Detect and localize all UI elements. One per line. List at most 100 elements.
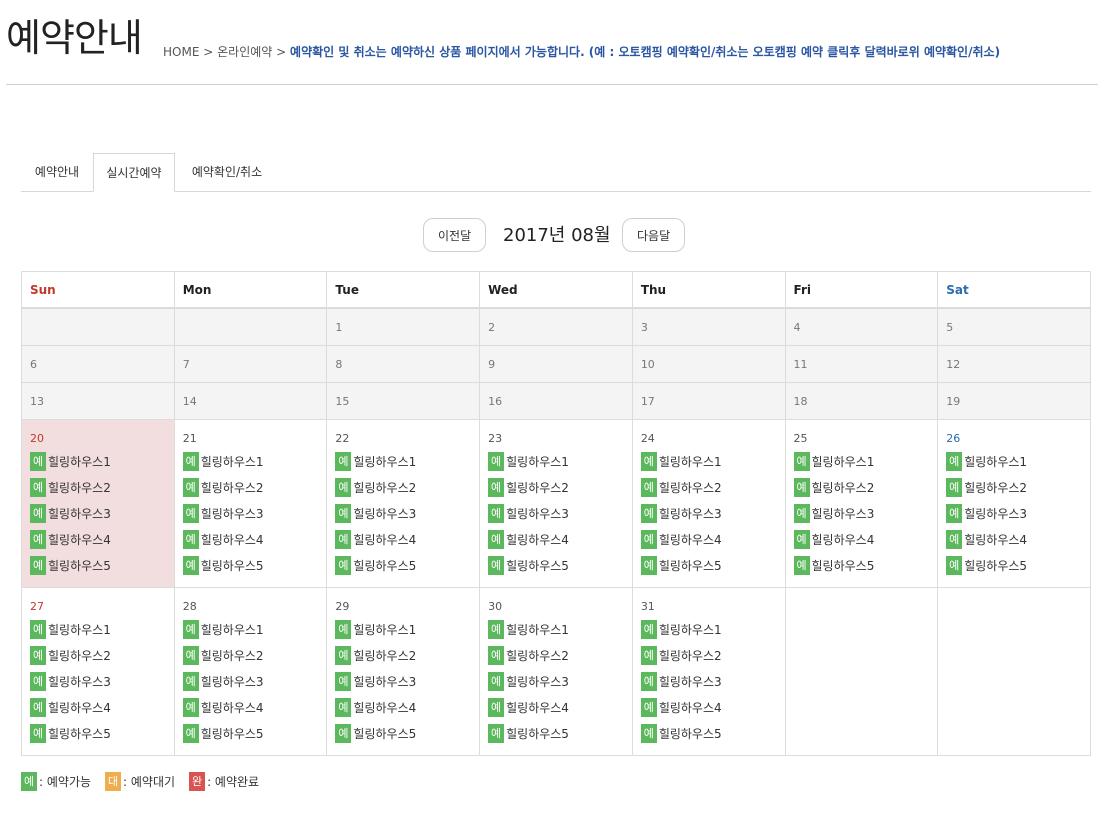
room-reservation-link[interactable]: 예 힐링하우스2 (640, 645, 785, 665)
room-reservation-link[interactable]: 예 힐링하우스4 (182, 529, 327, 549)
available-badge-icon: 예 (335, 671, 352, 691)
available-badge-icon: 예 (182, 529, 199, 549)
weekday-thu: Thu (631, 271, 786, 309)
room-reservation-link[interactable]: 예 힐링하우스4 (488, 697, 632, 717)
room-reservation-link[interactable]: 예 힐링하우스1 (30, 619, 174, 639)
room-name: 힐링하우스1 (200, 622, 264, 637)
available-badge-icon: 예 (335, 529, 352, 549)
room-reservation-link[interactable]: 예 힐링하우스2 (335, 477, 479, 497)
room-reservation-link[interactable]: 예 힐링하우스3 (182, 671, 327, 691)
room-reservation-link[interactable]: 예 힐링하우스3 (488, 503, 632, 523)
room-reservation-link[interactable]: 예 힐링하우스3 (335, 671, 479, 691)
room-reservation-link[interactable]: 예 힐링하우스5 (182, 723, 327, 743)
available-badge-icon: 예 (488, 619, 505, 639)
room-name: 힐링하우스3 (658, 506, 722, 521)
room-name: 힐링하우스3 (506, 506, 569, 521)
room-reservation-link[interactable]: 예 힐링하우스3 (640, 503, 785, 523)
room-reservation-link[interactable]: 예 힐링하우스1 (182, 619, 327, 639)
day-number: 12 (946, 358, 961, 371)
room-reservation-link[interactable]: 예 힐링하우스5 (335, 555, 479, 575)
room-name: 힐링하우스4 (200, 700, 264, 715)
room-name: 힐링하우스3 (200, 506, 264, 521)
next-month-button[interactable]: 다음달 (622, 218, 686, 252)
room-reservation-link[interactable]: 예 힐링하우스2 (335, 645, 479, 665)
room-reservation-link[interactable]: 예 힐링하우스4 (640, 697, 785, 717)
available-badge-icon: 예 (488, 503, 505, 523)
calendar-day-cell: 19 (937, 382, 1091, 420)
room-reservation-link[interactable]: 예 힐링하우스1 (335, 451, 479, 471)
day-number: 8 (335, 358, 343, 371)
room-reservation-link[interactable]: 예 힐링하우스5 (640, 723, 785, 743)
room-reservation-link[interactable]: 예 힐링하우스1 (488, 451, 632, 471)
room-reservation-link[interactable]: 예 힐링하우스4 (640, 529, 785, 549)
room-reservation-link[interactable]: 예 힐링하우스1 (640, 451, 785, 471)
room-name: 힐링하우스2 (658, 480, 722, 495)
room-reservation-link[interactable]: 예 힐링하우스1 (335, 619, 479, 639)
room-reservation-link[interactable]: 예 힐링하우스3 (30, 671, 174, 691)
available-badge-icon: 예 (640, 619, 657, 639)
room-reservation-link[interactable]: 예 힐링하우스5 (30, 723, 174, 743)
room-reservation-link[interactable]: 예 힐링하우스1 (488, 619, 632, 639)
room-reservation-link[interactable]: 예 힐링하우스5 (793, 555, 938, 575)
room-reservation-link[interactable]: 예 힐링하우스5 (488, 555, 632, 575)
calendar-day-cell: 4 (784, 307, 939, 346)
room-name: 힐링하우스3 (353, 506, 417, 521)
room-name: 힐링하우스1 (658, 454, 722, 469)
room-reservation-link[interactable]: 예 힐링하우스4 (30, 529, 174, 549)
breadcrumb-home-link[interactable]: HOME (163, 45, 199, 59)
calendar-day-cell (21, 307, 175, 346)
prev-month-button[interactable]: 이전달 (423, 218, 487, 252)
calendar-day-cell: 11 (784, 345, 939, 383)
room-reservation-link[interactable]: 예 힐링하우스1 (30, 451, 174, 471)
available-badge-icon: 예 (640, 555, 657, 575)
room-reservation-link[interactable]: 예 힐링하우스5 (946, 555, 1090, 575)
tab-realtime-reservation[interactable]: 실시간예약 (93, 153, 175, 192)
room-reservation-link[interactable]: 예 힐링하우스3 (640, 671, 785, 691)
day-number: 21 (182, 432, 197, 445)
room-reservation-link[interactable]: 예 힐링하우스4 (182, 697, 327, 717)
room-reservation-link[interactable]: 예 힐링하우스1 (182, 451, 327, 471)
room-reservation-link[interactable]: 예 힐링하우스4 (793, 529, 938, 549)
room-reservation-link[interactable]: 예 힐링하우스1 (946, 451, 1090, 471)
room-name: 힐링하우스2 (506, 648, 569, 663)
calendar-week-row: 6 7 8 9 10 11 12 (21, 345, 1091, 383)
room-reservation-link[interactable]: 예 힐링하우스4 (946, 529, 1090, 549)
room-reservation-link[interactable]: 예 힐링하우스3 (182, 503, 327, 523)
day-number: 25 (793, 432, 808, 445)
room-reservation-link[interactable]: 예 힐링하우스5 (182, 555, 327, 575)
room-reservation-link[interactable]: 예 힐링하우스4 (488, 529, 632, 549)
room-reservation-link[interactable]: 예 힐링하우스3 (488, 671, 632, 691)
room-reservation-link[interactable]: 예 힐링하우스1 (793, 451, 938, 471)
room-reservation-link[interactable]: 예 힐링하우스3 (793, 503, 938, 523)
room-reservation-link[interactable]: 예 힐링하우스2 (30, 645, 174, 665)
room-reservation-link[interactable]: 예 힐링하우스3 (30, 503, 174, 523)
room-reservation-link[interactable]: 예 힐링하우스2 (793, 477, 938, 497)
room-reservation-link[interactable]: 예 힐링하우스2 (488, 477, 632, 497)
calendar-day-cell: 27 예 힐링하우스1 예 힐링하우스2 예 힐링하우스3 예 힐링하우스4 예 힐링하우스5 (21, 587, 175, 756)
room-reservation-link[interactable]: 예 힐링하우스2 (182, 645, 327, 665)
tab-reservation-info[interactable]: 예약안내 (21, 153, 93, 191)
room-reservation-link[interactable]: 예 힐링하우스2 (182, 477, 327, 497)
room-reservation-link[interactable]: 예 힐링하우스5 (640, 555, 785, 575)
room-reservation-link[interactable]: 예 힐링하우스1 (640, 619, 785, 639)
room-name: 힐링하우스4 (506, 700, 569, 715)
room-name: 힐링하우스3 (658, 674, 722, 689)
completed-badge-icon: 완 (189, 772, 206, 791)
room-reservation-link[interactable]: 예 힐링하우스2 (946, 477, 1090, 497)
room-reservation-link[interactable]: 예 힐링하우스3 (946, 503, 1090, 523)
room-reservation-link[interactable]: 예 힐링하우스4 (335, 697, 479, 717)
room-reservation-link[interactable]: 예 힐링하우스5 (488, 723, 632, 743)
room-reservation-link[interactable]: 예 힐링하우스4 (30, 697, 174, 717)
room-reservation-link[interactable]: 예 힐링하우스5 (335, 723, 479, 743)
room-reservation-link[interactable]: 예 힐링하우스4 (335, 529, 479, 549)
room-reservation-link[interactable]: 예 힐링하우스2 (30, 477, 174, 497)
room-reservation-link[interactable]: 예 힐링하우스5 (30, 555, 174, 575)
tab-reservation-check-cancel[interactable]: 예약확인/취소 (177, 153, 277, 191)
current-month-label: 2017년 08월 (503, 225, 611, 246)
weekday-mon: Mon (173, 271, 328, 309)
room-reservation-link[interactable]: 예 힐링하우스2 (640, 477, 785, 497)
breadcrumb-online-reservation-link[interactable]: 온라인예약 (217, 45, 272, 59)
room-reservation-link[interactable]: 예 힐링하우스2 (488, 645, 632, 665)
room-reservation-link[interactable]: 예 힐링하우스3 (335, 503, 479, 523)
day-number: 26 (946, 432, 961, 445)
